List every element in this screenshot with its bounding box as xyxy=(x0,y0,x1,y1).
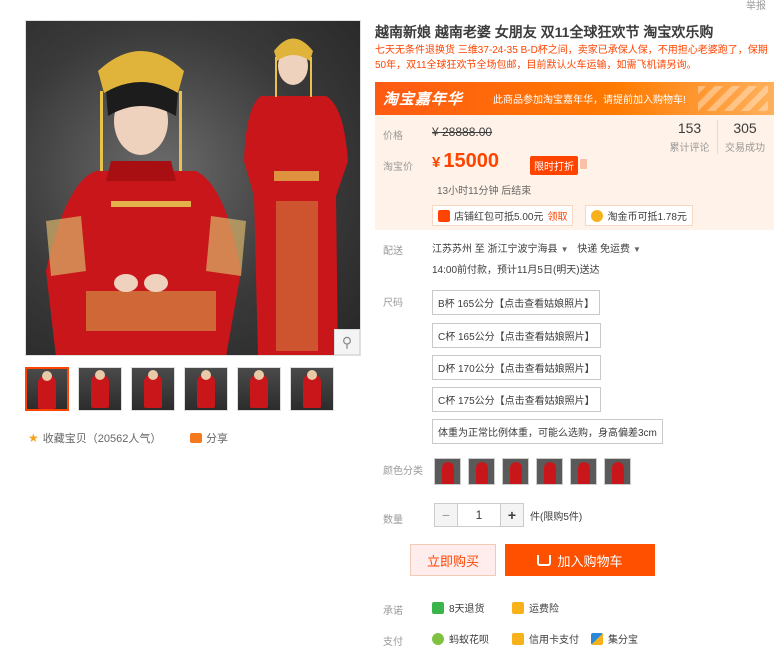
promo-row: 店铺红包可抵5.00元 领取 淘金币可抵1.78元 xyxy=(432,205,693,226)
quantity-input[interactable]: 1 xyxy=(458,503,500,527)
chevron-down-icon: ▼ xyxy=(633,245,641,254)
product-subtitle: 七天无条件退换货 三维37-24-35 B-D杯之间，卖家已承保人保，不用担心老… xyxy=(375,45,768,71)
return-policy[interactable]: 8天退货 xyxy=(432,600,485,615)
comments-count: 153 xyxy=(677,120,702,136)
sales-label: 交易成功 xyxy=(725,143,765,154)
shipping-info: 江苏苏州 至 浙江宁波宁海县 ▼ 快递 免运费 ▼ xyxy=(432,240,647,255)
sales-stat: 305 交易成功 xyxy=(717,120,772,154)
flash-sale-badge: 限时打折 xyxy=(530,156,587,175)
thumbnail-strip xyxy=(25,367,334,411)
shipping-route[interactable]: 江苏苏州 至 浙江宁波宁海县 xyxy=(432,244,558,255)
thumbnail[interactable] xyxy=(131,367,175,411)
carnival-banner[interactable]: 淘宝嘉年华 此商品参加淘宝嘉年华，请提前加入购物车! xyxy=(375,82,774,115)
share-button[interactable]: 分享 xyxy=(190,430,228,446)
comments-stat[interactable]: 153 累计评论 xyxy=(662,120,717,154)
quantity-stepper: − 1 + 件(限购5件) xyxy=(434,503,582,527)
decrease-button[interactable]: − xyxy=(434,503,458,527)
currency-symbol: ¥ xyxy=(432,154,441,171)
orig-price-label: 价格 xyxy=(383,131,403,142)
huabei-payment[interactable]: 蚂蚁花呗 xyxy=(432,631,489,646)
size-option[interactable]: 体重为正常比例体重，可能么选购，身高偏差3cm xyxy=(432,419,663,444)
color-swatch[interactable] xyxy=(604,458,631,485)
thumbnail[interactable] xyxy=(78,367,122,411)
coin-text: 淘金币可抵1.78元 xyxy=(607,212,687,223)
report-link[interactable]: 举报 xyxy=(746,0,766,12)
size-option[interactable]: C杯 175公分【点击查看姑娘照片】 xyxy=(432,387,601,412)
share-icon xyxy=(190,433,202,443)
color-swatches xyxy=(434,458,631,485)
payment-label: 支付 xyxy=(383,637,403,648)
quantity-label: 数量 xyxy=(383,515,403,526)
delivery-estimate: 14:00前付款，预计11月5日(明天)送达 xyxy=(432,265,600,276)
shipping-insurance[interactable]: 运费险 xyxy=(512,600,559,615)
size-option[interactable]: B杯 165公分【点击查看姑娘照片】 xyxy=(432,290,601,315)
color-swatch[interactable] xyxy=(468,458,495,485)
credit-label: 信用卡支付 xyxy=(529,635,579,646)
promise-label: 承诺 xyxy=(383,606,403,617)
color-label: 颜色分类 xyxy=(383,466,423,477)
zoom-button[interactable]: ⚲ xyxy=(334,329,360,355)
buy-now-button[interactable]: 立即购买 xyxy=(410,544,496,576)
color-swatch[interactable] xyxy=(434,458,461,485)
size-option[interactable]: C杯 165公分【点击查看姑娘照片】 xyxy=(432,323,601,348)
size-option[interactable]: D杯 170公分【点击查看姑娘照片】 xyxy=(432,355,601,380)
jifenbao-icon xyxy=(591,632,603,645)
banner-text: 此商品参加淘宝嘉年华，请提前加入购物车! xyxy=(493,95,686,106)
shipping-method[interactable]: 快递 免运费 xyxy=(577,244,630,255)
add-to-cart-label: 加入购物车 xyxy=(557,553,623,569)
credit-card-payment[interactable]: 信用卡支付 xyxy=(512,631,579,646)
color-swatch[interactable] xyxy=(502,458,529,485)
credit-card-icon xyxy=(512,632,524,645)
countdown: 13小时11分钟 后结束 xyxy=(437,186,532,197)
share-label: 分享 xyxy=(206,433,228,445)
banner-decoration xyxy=(698,86,768,111)
favorite-label: 收藏宝贝（20562人气） xyxy=(42,433,162,445)
color-swatch[interactable] xyxy=(570,458,597,485)
insurance-icon xyxy=(512,601,524,614)
return-label: 8天退货 xyxy=(449,604,485,615)
sales-count: 305 xyxy=(733,120,757,136)
bride-right-figure xyxy=(244,38,348,355)
huabei-icon xyxy=(432,632,444,645)
bride-left-figure xyxy=(46,51,246,355)
comments-label: 累计评论 xyxy=(669,143,710,154)
claim-link[interactable]: 领取 xyxy=(547,208,567,223)
price-panel: 价格 ¥ 28888.00 淘宝价 ¥15000 限时打折 13小时11分钟 后… xyxy=(375,115,774,230)
huabei-label: 蚂蚁花呗 xyxy=(449,635,489,646)
cart-icon xyxy=(537,554,552,566)
return-icon xyxy=(432,601,444,614)
shipping-label: 配送 xyxy=(383,246,403,257)
taobao-price-label: 淘宝价 xyxy=(383,162,413,173)
jifenbao-payment[interactable]: 集分宝 xyxy=(591,631,638,646)
gold-coin-icon xyxy=(591,209,604,222)
main-product-image[interactable]: ⚲ xyxy=(25,20,361,356)
star-icon: ★ xyxy=(28,431,39,445)
size-label: 尺码 xyxy=(383,298,403,309)
thumbnail[interactable] xyxy=(237,367,281,411)
thumbnail[interactable] xyxy=(184,367,228,411)
product-title: 越南新娘 越南老婆 女朋友 双11全球狂欢节 淘宝欢乐购 xyxy=(375,24,714,40)
favorite-button[interactable]: ★ 收藏宝贝（20562人气） xyxy=(28,430,161,446)
jifen-label: 集分宝 xyxy=(608,635,638,646)
thumbnail[interactable] xyxy=(290,367,334,411)
quantity-limit: 件(限购5件) xyxy=(530,511,583,523)
taobao-price: ¥15000 xyxy=(432,150,499,173)
chevron-down-icon: ▼ xyxy=(560,245,569,254)
orig-price: ¥ 28888.00 xyxy=(432,125,493,139)
color-swatch[interactable] xyxy=(536,458,563,485)
add-to-cart-button[interactable]: 加入购物车 xyxy=(505,544,655,576)
red-packet-icon xyxy=(438,209,450,222)
increase-button[interactable]: + xyxy=(500,503,524,527)
redpacket-promo: 店铺红包可抵5.00元 领取 xyxy=(432,205,574,226)
price-value: 15000 xyxy=(443,150,499,172)
carnival-logo: 淘宝嘉年华 xyxy=(383,91,464,108)
redpacket-text: 店铺红包可抵5.00元 xyxy=(454,212,544,223)
coin-promo: 淘金币可抵1.78元 xyxy=(585,205,693,226)
insurance-label: 运费险 xyxy=(529,604,559,615)
thumbnail[interactable] xyxy=(25,367,69,411)
search-icon: ⚲ xyxy=(341,333,353,350)
bride-photo xyxy=(46,38,348,355)
